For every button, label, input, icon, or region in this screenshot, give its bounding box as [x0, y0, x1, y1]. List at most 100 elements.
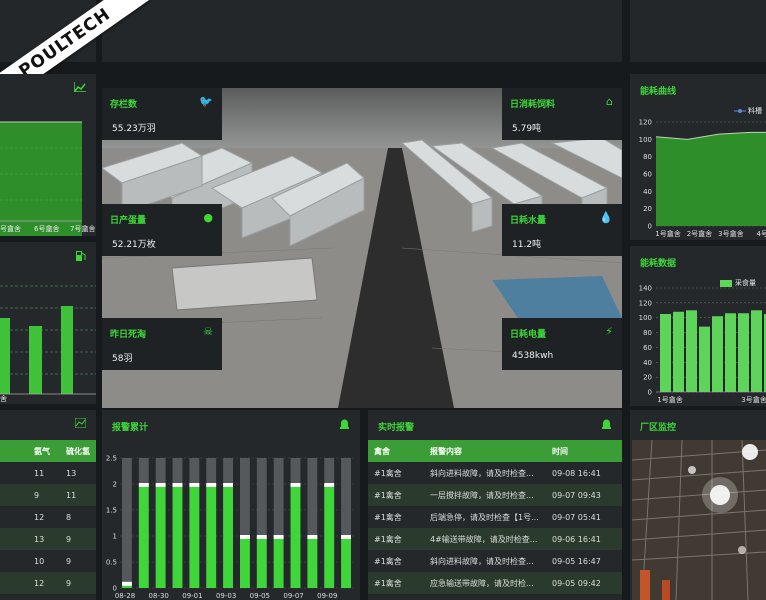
bar-cap [307, 535, 318, 539]
table-row[interactable]: #1禽舍 斜向进料故障，请及时检查... 09-08 16:41 [368, 462, 622, 484]
bar-cap [206, 483, 217, 487]
energy-data-chart: 0 20 40 60 80 100 120 140 1号盦舍 3号盦舍 [639, 285, 766, 404]
bar-cap [290, 483, 301, 487]
stat-card-power[interactable]: 日耗电量 ⚡ 4538kwh [502, 318, 622, 370]
bar-cap [172, 483, 183, 487]
bar-series-1 [686, 310, 697, 392]
bar [61, 306, 73, 394]
gas-table: 氨气 硫化氢 11 13 9 11 12 8 13 9 10 9 12 9 [0, 440, 96, 600]
bar-cap [189, 483, 200, 487]
monitor-title: 厂区监控 [640, 423, 677, 433]
table-header: 禽舍 报警内容 时间 [368, 440, 622, 462]
table-row: 12 8 [0, 506, 96, 528]
bar [290, 484, 301, 588]
left-mid-chart [0, 285, 96, 395]
y-tick-label: 120 [639, 119, 652, 127]
x-tick-label: 09-05 [250, 592, 270, 600]
table-row[interactable]: #1禽舍 4#输送带故障，请及时检查... 09-06 16:41 [368, 528, 622, 550]
x-tick-label: 3号盦舍 [718, 229, 743, 238]
y-tick-label: 140 [639, 285, 652, 293]
left-top-chart [0, 121, 82, 236]
table-header: 氨气 硫化氢 [0, 440, 96, 462]
bar [155, 484, 166, 588]
table-row[interactable]: #1禽舍 应急输送带故障，请及时检... 09-05 09:42 [368, 572, 622, 594]
bar [307, 536, 318, 588]
line-chart-icon [74, 417, 87, 431]
bar [256, 536, 267, 588]
water-drop-icon: 💧 [599, 211, 613, 224]
skull-icon: ☠ [203, 325, 213, 338]
bar [0, 318, 10, 394]
camera-feed-image [632, 440, 766, 600]
bar-cap [223, 483, 233, 487]
bar-series-1 [712, 316, 723, 392]
bar-cap [138, 483, 149, 487]
bar-background [122, 458, 132, 588]
bar [341, 536, 351, 588]
stat-card-water[interactable]: 日耗水量 💧 11.2吨 [502, 204, 622, 256]
bar [324, 484, 335, 588]
stat-card-feed[interactable]: 日消耗饲料 ⌂ 5.79吨 [502, 88, 622, 140]
alarm-total-panel: 报警累计 0 0.5 1 1.5 2 2.5 08-28 08-30 09-01 09-03 09-… [102, 410, 360, 600]
alarm-table: 禽舍 报警内容 时间 #1禽舍 斜向进料故障，请及时检查... 09-08 16:4… [368, 440, 622, 594]
table-row[interactable]: #1禽舍 一层搅拌故障，请及时检查... 09-07 09:43 [368, 484, 622, 506]
camera-feed[interactable] [632, 440, 766, 600]
header-ammonia: 氨气 [34, 446, 50, 456]
bar [273, 536, 284, 588]
y-tick-label: 0 [648, 223, 652, 231]
left-mid-chart-panel: 舍 [0, 242, 96, 404]
x-tick-label: 4号 [757, 230, 766, 238]
stat-card-stock[interactable]: 存栏数 🐦 55.23万羽 [102, 88, 222, 140]
y-tick-label: 60 [643, 344, 652, 352]
area-fill [656, 132, 766, 226]
x-tick-label: 08-30 [149, 592, 169, 600]
bar-series-2 [699, 326, 710, 392]
top-bar-right [630, 0, 766, 62]
energy-curve-chart: 0 20 40 60 80 100 120 1号盦舍 2号盦舍 3号盦舍 4号 [639, 119, 766, 238]
x-label-2: 6号盦舍 [34, 225, 60, 233]
y-tick-label: 20 [643, 374, 652, 382]
y-tick-label: 0 [648, 389, 652, 397]
bar [223, 484, 233, 588]
y-tick-label: 0.5 [106, 559, 117, 567]
y-tick-label: 1 [113, 533, 117, 541]
x-label: 舍 [0, 395, 7, 403]
table-row [0, 594, 96, 600]
left-table-panel: 氨气 硫化氢 11 13 9 11 12 8 13 9 10 9 12 9 [0, 410, 96, 600]
x-label-1: 号盦舍 [0, 225, 21, 233]
y-tick-label: 2.5 [106, 455, 117, 463]
energy-data-panel: 能耗数据 采食量 0 20 40 60 80 100 120 140 1号盦舍 3号盦舍 [630, 246, 766, 406]
bar [29, 326, 42, 394]
bar-cap [256, 535, 267, 539]
x-tick-label: 3号盦舍 [741, 395, 766, 404]
energy-curve-panel: 能耗曲线 料槽 0 20 40 60 80 100 120 1号盦舍 2号盦舍 3号盦舍 4号 [630, 74, 766, 240]
monitor-panel: 厂区监控 [630, 410, 766, 600]
bar-series-2 [751, 310, 762, 392]
y-tick-label: 80 [643, 153, 652, 161]
x-label-3: 7号盦舍 [70, 225, 96, 233]
bar-series-2 [673, 311, 684, 392]
bank-icon: ⌂ [606, 95, 613, 108]
table-row: 11 13 [0, 462, 96, 484]
top-bar-center [102, 0, 622, 62]
y-tick-label: 60 [643, 171, 652, 179]
stat-card-mortality[interactable]: 昨日死淘 ☠ 58羽 [102, 318, 222, 370]
stat-card-eggs[interactable]: 日产蛋量 ● 52.21万枚 [102, 204, 222, 256]
y-tick-label: 120 [639, 299, 652, 307]
table-row: 13 9 [0, 528, 96, 550]
x-tick-label: 09-09 [317, 592, 337, 600]
bar [240, 536, 250, 588]
bar-series-2 [725, 313, 736, 392]
bar [138, 484, 149, 588]
y-tick-label: 2 [113, 481, 117, 489]
x-tick-label: 1号盦舍 [657, 395, 682, 404]
table-row[interactable]: #1禽舍 后端急停，请及时检查【1号... 09-07 05:41 [368, 506, 622, 528]
farm-3d-scene[interactable]: 存栏数 🐦 55.23万羽 日消耗饲料 ⌂ 5.79吨 日产蛋量 ● 52.21… [102, 88, 622, 408]
x-tick-label: 09-07 [283, 592, 303, 600]
table-row: 10 9 [0, 550, 96, 572]
table-row: 12 9 [0, 572, 96, 594]
y-tick-label: 80 [643, 329, 652, 337]
table-row[interactable]: #1禽舍 斜向进料故障，请及时检查... 09-05 16:47 [368, 550, 622, 572]
y-tick-label: 100 [639, 136, 652, 144]
realtime-alarm-panel: 实时报警 禽舍 报警内容 时间 #1禽舍 斜向进料故障，请及时检查... 09-08… [368, 410, 622, 600]
